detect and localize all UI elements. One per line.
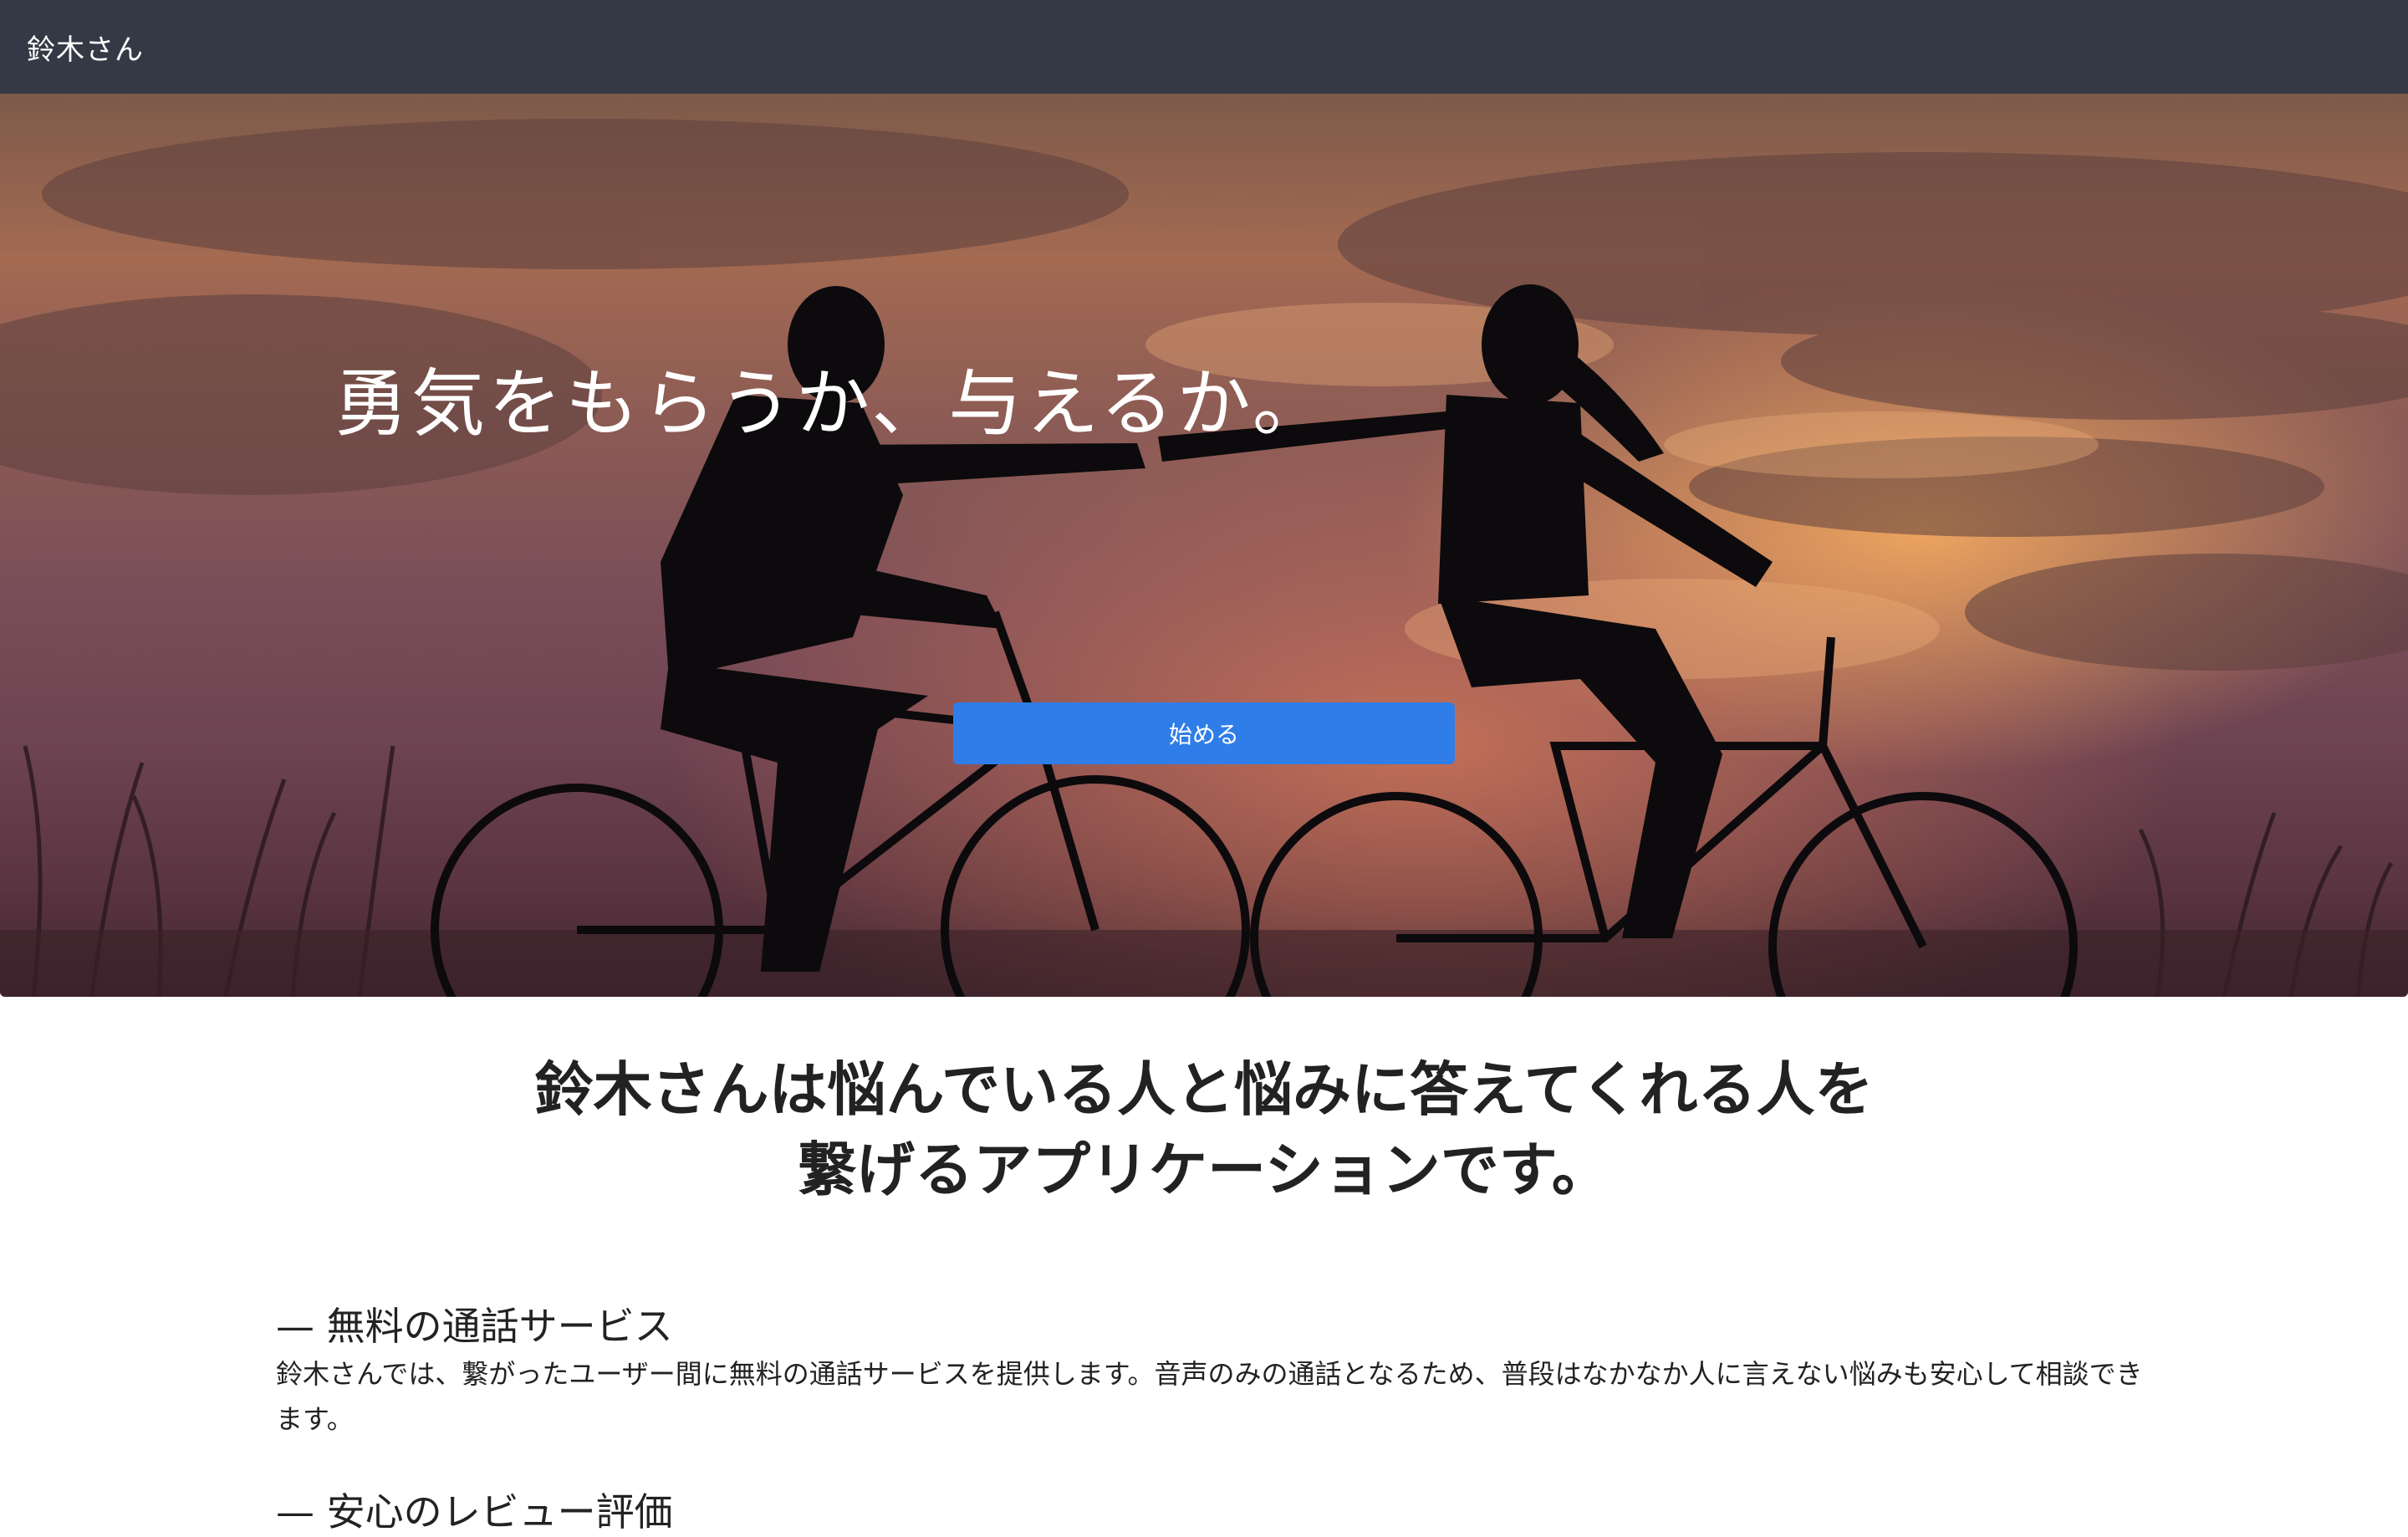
intro-heading: 鈴木さんは悩んでいる人と悩みに答えてくれる人を 繋げるアプリケーションです。 — [0, 1049, 2408, 1210]
top-navbar: 鈴木さん — [0, 0, 2408, 94]
feature-body-free-call: 鈴木さんでは、繋がったユーザー間に無料の通話サービスを提供します。音声のみの通話… — [276, 1358, 2143, 1435]
intro-line-2: 繋げるアプリケーションです。 — [798, 1136, 1610, 1204]
start-button[interactable]: 始める — [953, 702, 1455, 764]
hero-background-image — [0, 119, 2408, 997]
brand-logo-text[interactable]: 鈴木さん — [27, 27, 144, 68]
intro-line-1: 鈴木さんは悩んでいる人と悩みに答えてくれる人を — [534, 1055, 1874, 1124]
feature-title-review: — 安心のレビュー評価 — [276, 1489, 673, 1534]
feature-title-free-call: — 無料の通話サービス — [276, 1304, 673, 1349]
hero-headline: 勇気をもらうか、与えるか。 — [334, 360, 1329, 447]
hero-section: 勇気をもらうか、与えるか。 始める — [0, 94, 2408, 997]
